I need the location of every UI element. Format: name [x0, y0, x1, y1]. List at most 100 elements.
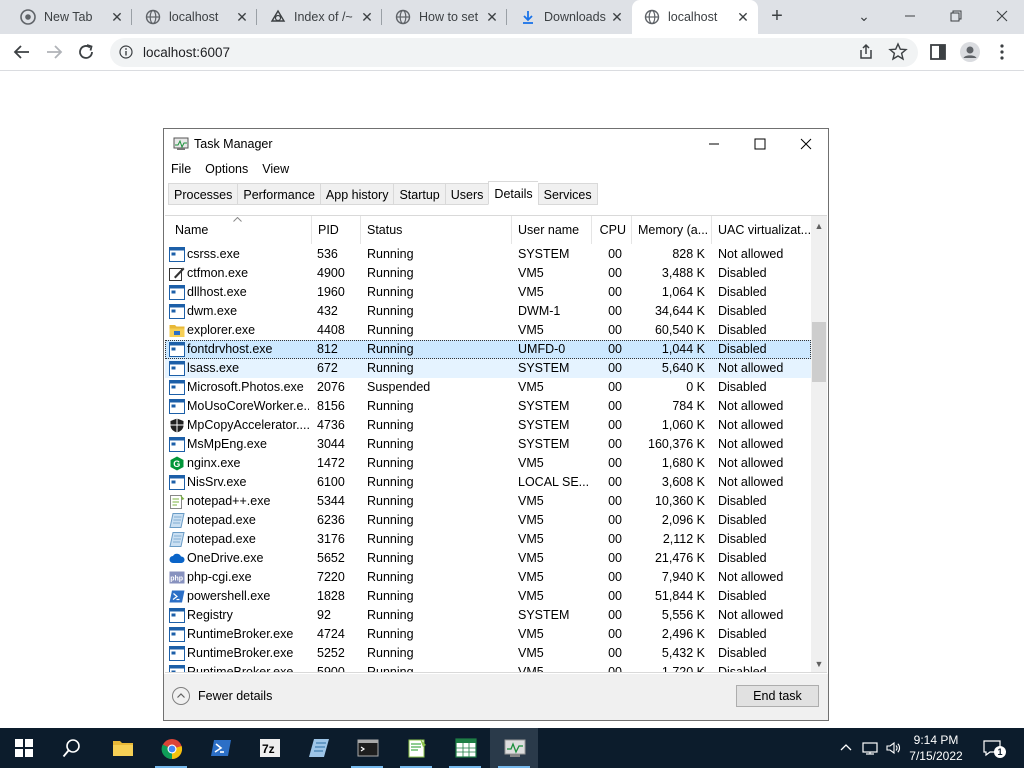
table-row[interactable]: RuntimeBroker.exe 5900 Running VM5 00 1,720 K… [165, 663, 811, 672]
system-clock[interactable]: 9:14 PM 7/15/2022 [900, 732, 972, 764]
bookmark-star-icon[interactable] [886, 40, 910, 64]
tab-how-to-set[interactable]: How to set ✕ [383, 0, 507, 34]
close-icon[interactable] [783, 129, 829, 159]
scroll-up-icon[interactable]: ▲ [811, 218, 827, 234]
close-icon[interactable]: ✕ [736, 10, 750, 24]
table-row[interactable]: notepad++.exe 5344 Running VM5 00 10,360 K Dis… [165, 492, 811, 511]
taskbar-notepadpp[interactable] [392, 728, 440, 768]
table-row[interactable]: Registry 92 Running SYSTEM 00 5,556 K Not allo… [165, 606, 811, 625]
tab-downloads[interactable]: Downloads ✕ [508, 0, 632, 34]
share-icon[interactable] [854, 40, 878, 64]
table-row[interactable]: NisSrv.exe 6100 Running LOCAL SE... 00 3,608 … [165, 473, 811, 492]
tab-startup[interactable]: Startup [393, 183, 445, 205]
maximize-icon[interactable] [737, 129, 783, 159]
table-row[interactable]: dwm.exe 432 Running DWM-1 00 34,644 K Disabled [165, 302, 811, 321]
close-icon[interactable]: ✕ [610, 10, 624, 24]
notification-center-button[interactable]: 1 [982, 738, 1006, 758]
minimize-icon[interactable] [691, 129, 737, 159]
minimize-icon[interactable] [898, 4, 922, 28]
profile-avatar-icon[interactable] [958, 40, 982, 64]
table-row[interactable]: ctfmon.exe 4900 Running VM5 00 3,488 K Disable… [165, 264, 811, 283]
menu-view[interactable]: View [255, 160, 296, 180]
cell-memory: 10,360 K [654, 494, 705, 508]
menu-file[interactable]: File [164, 160, 198, 180]
close-icon[interactable]: ✕ [110, 10, 124, 24]
tab-performance[interactable]: Performance [237, 183, 320, 205]
taskbar-notepad[interactable] [294, 728, 342, 768]
tab-app-history[interactable]: App history [319, 183, 394, 205]
end-task-button[interactable]: End task [736, 685, 819, 707]
app-frame-icon [169, 285, 185, 300]
table-row[interactable]: Gnginx.exe 1472 Running VM5 00 1,680 K Not all… [165, 454, 811, 473]
window-title: Task Manager [194, 137, 273, 151]
column-header-name[interactable]: Name [169, 216, 312, 244]
table-row[interactable]: MoUsoCoreWorker.e... 8156 Running SYSTEM 00 7… [165, 397, 811, 416]
table-row[interactable]: notepad.exe 3176 Running VM5 00 2,112 K Disabl… [165, 530, 811, 549]
vertical-scrollbar[interactable]: ▲ ▼ [811, 216, 827, 672]
close-window-icon[interactable] [990, 4, 1014, 28]
table-row[interactable]: notepad.exe 6236 Running VM5 00 2,096 K Disabl… [165, 511, 811, 530]
volume-icon[interactable] [885, 740, 901, 756]
table-row[interactable]: fontdrvhost.exe 812 Running UMFD-0 00 1,044 K… [165, 340, 811, 359]
back-arrow-icon[interactable] [10, 40, 34, 64]
chevron-up-icon[interactable] [838, 740, 854, 756]
cell-pid: 4736 [317, 418, 345, 432]
table-row[interactable]: lsass.exe 672 Running SYSTEM 00 5,640 K Not al… [165, 359, 811, 378]
app-frame-icon [169, 380, 185, 395]
table-row[interactable]: dllhost.exe 1960 Running VM5 00 1,064 K Disabl… [165, 283, 811, 302]
restore-icon[interactable] [944, 4, 968, 28]
column-header-status[interactable]: Status [361, 216, 512, 244]
table-row[interactable]: explorer.exe 4408 Running VM5 00 60,540 K Disa… [165, 321, 811, 340]
taskbar-file-explorer[interactable] [98, 728, 146, 768]
fewer-details-button[interactable]: Fewer details [172, 687, 272, 705]
tab-new-tab[interactable]: New Tab ✕ [8, 0, 132, 34]
column-header-uac[interactable]: UAC virtualizat... [712, 216, 811, 244]
table-row[interactable]: OneDrive.exe 5652 Running VM5 00 21,476 K Disa… [165, 549, 811, 568]
menu-options[interactable]: Options [198, 160, 255, 180]
close-icon[interactable]: ✕ [360, 10, 374, 24]
taskbar-powershell[interactable] [196, 728, 244, 768]
taskbar-terminal[interactable] [343, 728, 391, 768]
side-panel-icon[interactable] [926, 40, 950, 64]
tab-services[interactable]: Services [537, 183, 598, 205]
tab-localhost-1[interactable]: localhost ✕ [133, 0, 257, 34]
task-manager-titlebar[interactable]: Task Manager [164, 129, 828, 159]
tab-processes[interactable]: Processes [168, 183, 238, 205]
start-button[interactable] [0, 728, 48, 768]
column-header-user-name[interactable]: User name [512, 216, 592, 244]
scroll-down-icon[interactable]: ▼ [811, 656, 827, 672]
taskbar-7zip[interactable]: 7z [245, 728, 293, 768]
address-bar[interactable]: localhost:6007 [110, 38, 918, 67]
taskbar-spreadsheet[interactable] [441, 728, 489, 768]
tab-localhost-active[interactable]: localhost ✕ [632, 0, 758, 34]
reload-icon[interactable] [74, 40, 98, 64]
table-row[interactable]: MsMpEng.exe 3044 Running SYSTEM 00 160,376 K N… [165, 435, 811, 454]
cell-user-name: VM5 [518, 323, 544, 337]
info-icon[interactable] [119, 45, 133, 59]
close-icon[interactable]: ✕ [485, 10, 499, 24]
column-header-memory[interactable]: Memory (a... [632, 216, 712, 244]
table-row[interactable]: php php-cgi.exe 7220 Running VM5 00 7,940 K Not… [165, 568, 811, 587]
forward-arrow-icon[interactable] [42, 40, 66, 64]
search-button[interactable] [48, 728, 96, 768]
table-row[interactable]: RuntimeBroker.exe 5252 Running VM5 00 5,432 K… [165, 644, 811, 663]
table-row[interactable]: MpCopyAccelerator.... 4736 Running SYSTEM 00… [165, 416, 811, 435]
network-icon[interactable] [862, 740, 878, 756]
taskbar-chrome[interactable] [147, 728, 195, 768]
table-row[interactable]: RuntimeBroker.exe 4724 Running VM5 00 2,496 K… [165, 625, 811, 644]
cell-cpu: 00 [608, 342, 622, 356]
column-header-pid[interactable]: PID [312, 216, 361, 244]
table-row[interactable]: Microsoft.Photos.exe 2076 Suspended VM5 00 0 … [165, 378, 811, 397]
tab-users[interactable]: Users [444, 183, 489, 205]
close-icon[interactable]: ✕ [235, 10, 249, 24]
tab-details[interactable]: Details [488, 181, 538, 205]
table-row[interactable]: csrss.exe 536 Running SYSTEM 00 828 K Not allo… [165, 245, 811, 264]
kebab-menu-icon[interactable] [990, 40, 1014, 64]
tab-index-of[interactable]: Index of /~ ✕ [258, 0, 382, 34]
chevron-down-icon[interactable]: ⌄ [852, 4, 876, 28]
table-row[interactable]: powershell.exe 1828 Running VM5 00 51,844 K Di… [165, 587, 811, 606]
new-tab-button[interactable]: + [766, 6, 788, 28]
taskbar-task-manager[interactable] [490, 728, 538, 768]
column-header-cpu[interactable]: CPU [592, 216, 632, 244]
scroll-thumb[interactable] [812, 322, 826, 382]
